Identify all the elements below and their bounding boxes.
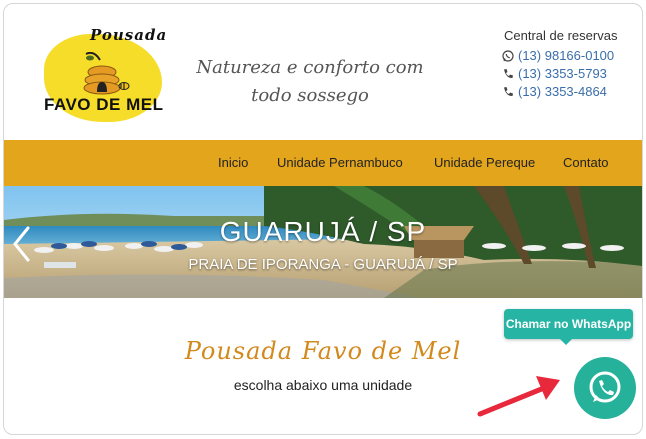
whatsapp-button[interactable] (574, 357, 636, 419)
tagline-line-2: todo sossego (251, 85, 369, 106)
tagline: Natureza e conforto com todo sossego (190, 54, 430, 110)
phone-link[interactable]: (13) 3353-4864 (502, 84, 607, 99)
phone-number: (13) 98166-0100 (518, 48, 615, 63)
phone-link[interactable]: (13) 3353-5793 (502, 66, 607, 81)
nav-item-unidade-pernambuco[interactable]: Unidade Pernambuco (277, 155, 403, 170)
banner-subtitle: PRAIA DE IPORANGA - GUARUJÁ / SP (188, 256, 458, 273)
phone-icon (504, 86, 513, 96)
beehive-icon (83, 52, 130, 95)
banner-title: GUARUJÁ / SP (219, 216, 427, 247)
nav-item-unidade-pereque[interactable]: Unidade Pereque (434, 155, 535, 170)
phone-number: (13) 3353-5793 (518, 66, 607, 81)
whatsapp-icon (502, 49, 514, 62)
red-arrow-icon (477, 376, 560, 417)
main-nav: Inicio Unidade Pernambuco Unidade Perequ… (4, 140, 642, 186)
phone-number: (13) 3353-4864 (518, 84, 607, 99)
pousada-logo[interactable]: Pousada FAVO DE MEL (38, 12, 168, 130)
logo-name-text: FAVO DE MEL (44, 95, 164, 114)
nav-item-inicio[interactable]: Inicio (218, 155, 248, 170)
whatsapp-icon (589, 371, 621, 403)
reservations-title: Central de reservas (504, 28, 618, 43)
page-frame: Pousada FAVO DE MEL Natureza e conforto … (3, 3, 643, 435)
phone-icon (504, 68, 513, 78)
tagline-line-1: Natureza e conforto com (196, 57, 424, 78)
whatsapp-tooltip[interactable]: Chamar no WhatsApp (504, 309, 633, 345)
nav-item-contato[interactable]: Contato (563, 155, 609, 170)
hero-slider: GUARUJÁ / SP PRAIA DE IPORANGA - GUARUJÁ… (4, 186, 642, 298)
chevron-left-icon[interactable] (10, 224, 32, 264)
logo-pousada-text: Pousada (90, 26, 168, 44)
phone-whatsapp-link[interactable]: (13) 98166-0100 (502, 48, 614, 63)
page-title: Pousada Favo de Mel (184, 337, 462, 365)
